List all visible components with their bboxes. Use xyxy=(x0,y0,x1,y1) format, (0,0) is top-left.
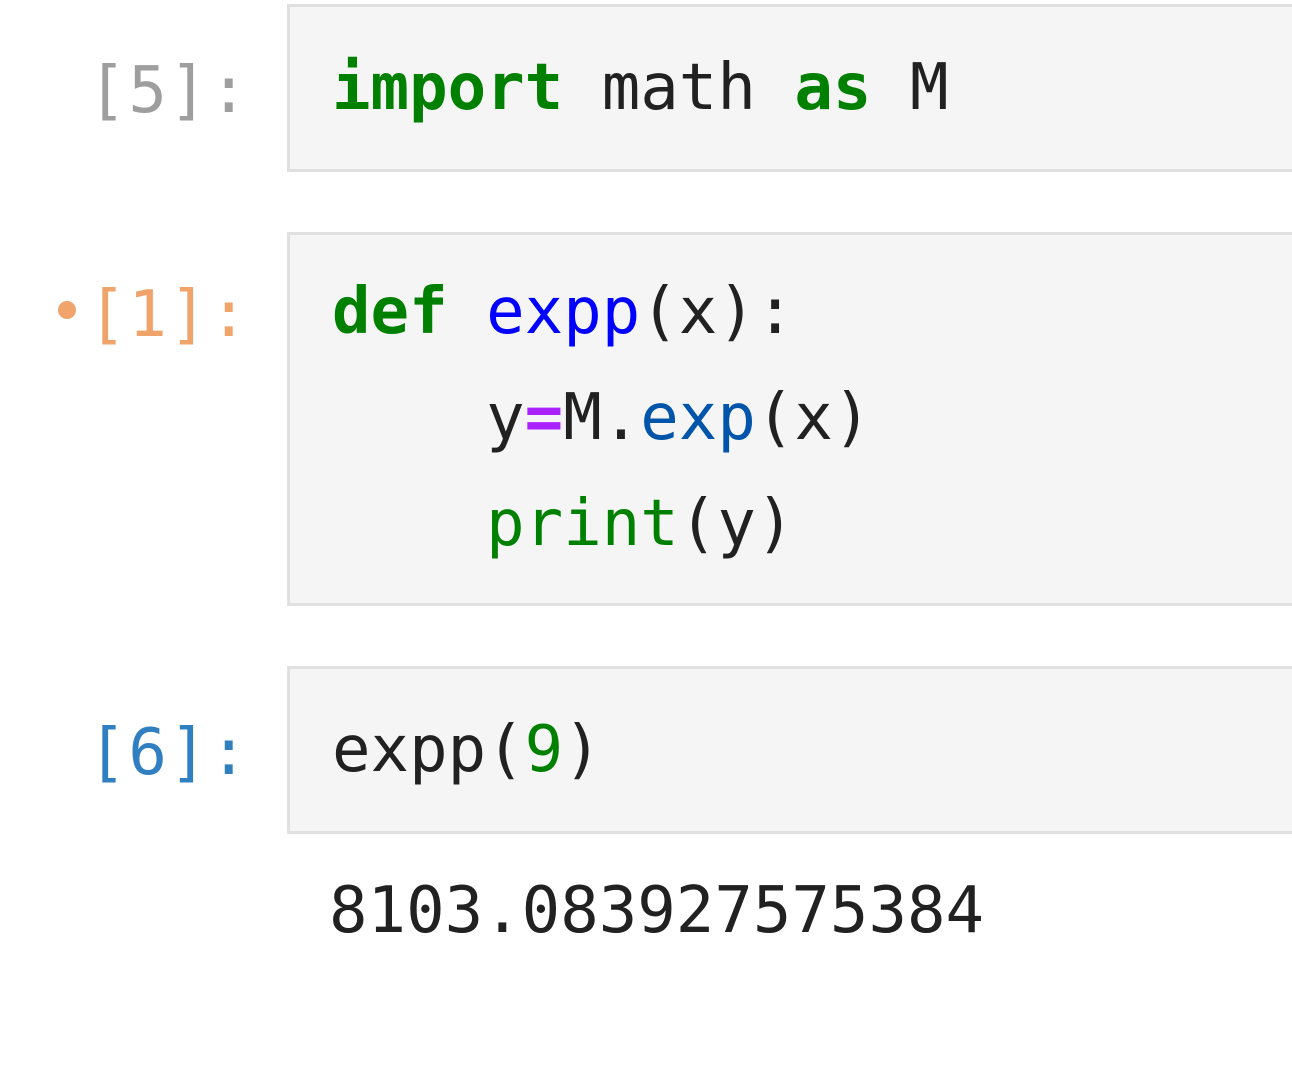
keyword-import: import xyxy=(332,51,564,125)
code-line: import math as M xyxy=(332,35,949,141)
modified-indicator-dot xyxy=(57,301,76,320)
execution-count-prompt: [5]: xyxy=(87,54,250,128)
assign-operator: = xyxy=(524,381,564,455)
cell-output: 8103.083927575384 xyxy=(329,874,985,948)
builtin-print: print xyxy=(486,487,679,561)
code-editor[interactable]: expp(9) xyxy=(287,666,1292,834)
attribute-exp: exp xyxy=(640,381,756,455)
execution-count-prompt: [6]: xyxy=(87,716,250,790)
notebook-cell-function-def[interactable]: [1]: def expp(x): y=M.exp(x) print(y) xyxy=(0,232,1292,606)
keyword-as: as xyxy=(794,51,872,125)
close-paren: ) xyxy=(563,713,602,787)
code-line: print(y) xyxy=(332,471,794,577)
notebook-cell-call[interactable]: [6]: expp(9) 8103.083927575384 xyxy=(0,666,1292,1066)
module-name: math xyxy=(563,51,795,125)
function-signature: (x): xyxy=(640,275,795,349)
code-line: expp(9) xyxy=(332,697,602,803)
function-name: expp xyxy=(486,275,641,349)
prompt-label: [1]: xyxy=(87,278,250,352)
notebook-cell-import[interactable]: [5]: import math as M xyxy=(0,4,1292,172)
code-editor[interactable]: import math as M xyxy=(287,4,1292,172)
module-ref: M. xyxy=(563,381,641,455)
code-line: def expp(x): xyxy=(332,259,794,365)
code-line: y=M.exp(x) xyxy=(332,365,871,471)
call-args: (x) xyxy=(755,381,872,455)
function-call: expp( xyxy=(332,713,525,787)
code-editor[interactable]: def expp(x): y=M.exp(x) print(y) xyxy=(287,232,1292,606)
execution-count-prompt: [1]: xyxy=(0,262,250,368)
number-literal: 9 xyxy=(524,713,564,787)
call-args: (y) xyxy=(678,487,795,561)
keyword-def: def xyxy=(332,275,448,349)
variable-y: y xyxy=(486,381,525,455)
module-alias: M xyxy=(871,51,949,125)
